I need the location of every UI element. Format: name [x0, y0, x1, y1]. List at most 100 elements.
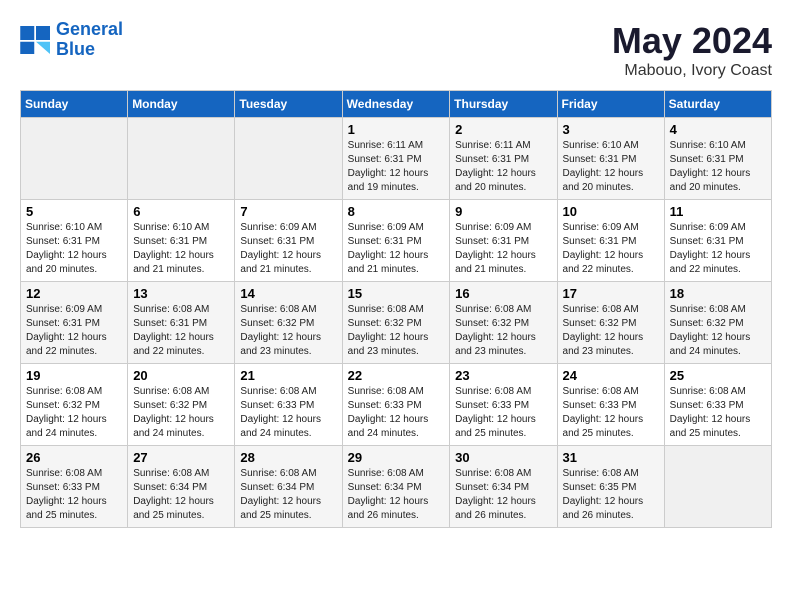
calendar-cell	[128, 118, 235, 200]
logo: General Blue	[20, 20, 123, 60]
logo-icon	[20, 26, 52, 54]
calendar-cell: 2Sunrise: 6:11 AMSunset: 6:31 PMDaylight…	[450, 118, 557, 200]
calendar-cell: 5 Sunrise: 6:10 AMSunset: 6:31 PMDaylight…	[21, 200, 128, 282]
calendar-cell: 13 Sunrise: 6:08 AMSunset: 6:31 PMDayligh…	[128, 282, 235, 364]
day-info: Sunrise: 6:08 AMSunset: 6:31 PMDaylight:…	[133, 303, 229, 359]
calendar-cell: 12Sunrise: 6:09 AMSunset: 6:31 PMDayligh…	[21, 282, 128, 364]
day-number: 20	[133, 368, 229, 383]
calendar-cell: 20 Sunrise: 6:08 AMSunset: 6:32 PMDayligh…	[128, 364, 235, 446]
calendar-cell: 27 Sunrise: 6:08 AMSunset: 6:34 PMDayligh…	[128, 446, 235, 528]
weekday-header: Saturday	[664, 91, 771, 118]
calendar-week-row: 1 Sunrise: 6:11 AMSunset: 6:31 PMDaylight…	[21, 118, 772, 200]
day-number: 13	[133, 286, 229, 301]
day-number: 28	[240, 450, 336, 465]
calendar-cell: 14 Sunrise: 6:08 AMSunset: 6:32 PMDayligh…	[235, 282, 342, 364]
day-number: 2	[455, 122, 551, 137]
calendar-week-row: 19 Sunrise: 6:08 AMSunset: 6:32 PMDayligh…	[21, 364, 772, 446]
day-number: 15	[348, 286, 445, 301]
calendar-cell: 26 Sunrise: 6:08 AMSunset: 6:33 PMDayligh…	[21, 446, 128, 528]
weekday-header: Friday	[557, 91, 664, 118]
calendar-cell: 7Sunrise: 6:09 AMSunset: 6:31 PMDaylight…	[235, 200, 342, 282]
weekday-header: Tuesday	[235, 91, 342, 118]
calendar-week-row: 5 Sunrise: 6:10 AMSunset: 6:31 PMDaylight…	[21, 200, 772, 282]
day-info: Sunrise: 6:08 AMSunset: 6:35 PMDaylight:…	[563, 467, 659, 523]
day-number: 26	[26, 450, 122, 465]
calendar-cell: 11Sunrise: 6:09 AMSunset: 6:31 PMDayligh…	[664, 200, 771, 282]
calendar-table: SundayMondayTuesdayWednesdayThursdayFrid…	[20, 90, 772, 528]
calendar-cell: 23Sunrise: 6:08 AMSunset: 6:33 PMDayligh…	[450, 364, 557, 446]
day-info: Sunrise: 6:10 AMSunset: 6:31 PMDaylight:…	[563, 139, 659, 195]
calendar-cell: 4 Sunrise: 6:10 AMSunset: 6:31 PMDaylight…	[664, 118, 771, 200]
day-number: 21	[240, 368, 336, 383]
day-info: Sunrise: 6:08 AMSunset: 6:33 PMDaylight:…	[563, 385, 659, 441]
day-number: 29	[348, 450, 445, 465]
weekday-header-row: SundayMondayTuesdayWednesdayThursdayFrid…	[21, 91, 772, 118]
day-number: 19	[26, 368, 122, 383]
calendar-cell: 8 Sunrise: 6:09 AMSunset: 6:31 PMDaylight…	[342, 200, 450, 282]
weekday-header: Sunday	[21, 91, 128, 118]
day-number: 1	[348, 122, 445, 137]
day-number: 4	[670, 122, 766, 137]
day-info: Sunrise: 6:08 AMSunset: 6:33 PMDaylight:…	[455, 385, 551, 441]
day-number: 14	[240, 286, 336, 301]
calendar-cell: 30 Sunrise: 6:08 AMSunset: 6:34 PMDayligh…	[450, 446, 557, 528]
day-info: Sunrise: 6:08 AMSunset: 6:32 PMDaylight:…	[563, 303, 659, 359]
day-info: Sunrise: 6:08 AMSunset: 6:32 PMDaylight:…	[455, 303, 551, 359]
day-number: 5	[26, 204, 122, 219]
day-info: Sunrise: 6:10 AMSunset: 6:31 PMDaylight:…	[26, 221, 122, 277]
day-info: Sunrise: 6:09 AMSunset: 6:31 PMDaylight:…	[240, 221, 336, 277]
day-number: 16	[455, 286, 551, 301]
day-info: Sunrise: 6:08 AMSunset: 6:34 PMDaylight:…	[133, 467, 229, 523]
calendar-cell: 22Sunrise: 6:08 AMSunset: 6:33 PMDayligh…	[342, 364, 450, 446]
calendar-cell: 28 Sunrise: 6:08 AMSunset: 6:34 PMDayligh…	[235, 446, 342, 528]
calendar-cell: 3 Sunrise: 6:10 AMSunset: 6:31 PMDaylight…	[557, 118, 664, 200]
day-number: 30	[455, 450, 551, 465]
day-info: Sunrise: 6:08 AMSunset: 6:32 PMDaylight:…	[133, 385, 229, 441]
logo-text: General Blue	[56, 20, 123, 60]
calendar-cell: 9Sunrise: 6:09 AMSunset: 6:31 PMDaylight…	[450, 200, 557, 282]
calendar-cell: 18 Sunrise: 6:08 AMSunset: 6:32 PMDayligh…	[664, 282, 771, 364]
day-info: Sunrise: 6:08 AMSunset: 6:34 PMDaylight:…	[240, 467, 336, 523]
day-info: Sunrise: 6:09 AMSunset: 6:31 PMDaylight:…	[348, 221, 445, 277]
calendar-week-row: 26 Sunrise: 6:08 AMSunset: 6:33 PMDayligh…	[21, 446, 772, 528]
page-header: General Blue May 2024 Mabouo, Ivory Coas…	[20, 20, 772, 80]
day-number: 12	[26, 286, 122, 301]
location-subtitle: Mabouo, Ivory Coast	[612, 62, 772, 80]
day-info: Sunrise: 6:08 AMSunset: 6:33 PMDaylight:…	[240, 385, 336, 441]
calendar-cell: 21 Sunrise: 6:08 AMSunset: 6:33 PMDayligh…	[235, 364, 342, 446]
calendar-cell: 19Sunrise: 6:08 AMSunset: 6:32 PMDayligh…	[21, 364, 128, 446]
calendar-cell: 15 Sunrise: 6:08 AMSunset: 6:32 PMDayligh…	[342, 282, 450, 364]
day-info: Sunrise: 6:09 AMSunset: 6:31 PMDaylight:…	[670, 221, 766, 277]
day-number: 17	[563, 286, 659, 301]
day-number: 27	[133, 450, 229, 465]
day-number: 10	[563, 204, 659, 219]
day-info: Sunrise: 6:08 AMSunset: 6:32 PMDaylight:…	[348, 303, 445, 359]
calendar-cell: 10Sunrise: 6:09 AMSunset: 6:31 PMDayligh…	[557, 200, 664, 282]
day-number: 22	[348, 368, 445, 383]
day-number: 8	[348, 204, 445, 219]
day-info: Sunrise: 6:10 AMSunset: 6:31 PMDaylight:…	[670, 139, 766, 195]
day-info: Sunrise: 6:11 AMSunset: 6:31 PMDaylight:…	[348, 139, 445, 195]
day-info: Sunrise: 6:08 AMSunset: 6:33 PMDaylight:…	[670, 385, 766, 441]
calendar-cell	[664, 446, 771, 528]
calendar-cell	[21, 118, 128, 200]
day-info: Sunrise: 6:08 AMSunset: 6:34 PMDaylight:…	[348, 467, 445, 523]
day-info: Sunrise: 6:08 AMSunset: 6:32 PMDaylight:…	[240, 303, 336, 359]
day-info: Sunrise: 6:08 AMSunset: 6:33 PMDaylight:…	[26, 467, 122, 523]
day-info: Sunrise: 6:10 AMSunset: 6:31 PMDaylight:…	[133, 221, 229, 277]
calendar-week-row: 12Sunrise: 6:09 AMSunset: 6:31 PMDayligh…	[21, 282, 772, 364]
weekday-header: Monday	[128, 91, 235, 118]
day-info: Sunrise: 6:08 AMSunset: 6:34 PMDaylight:…	[455, 467, 551, 523]
calendar-cell: 17 Sunrise: 6:08 AMSunset: 6:32 PMDayligh…	[557, 282, 664, 364]
day-number: 25	[670, 368, 766, 383]
day-number: 3	[563, 122, 659, 137]
calendar-cell: 6Sunrise: 6:10 AMSunset: 6:31 PMDaylight…	[128, 200, 235, 282]
day-number: 24	[563, 368, 659, 383]
calendar-cell: 25 Sunrise: 6:08 AMSunset: 6:33 PMDayligh…	[664, 364, 771, 446]
month-year-title: May 2024	[612, 20, 772, 62]
day-info: Sunrise: 6:08 AMSunset: 6:32 PMDaylight:…	[670, 303, 766, 359]
day-number: 18	[670, 286, 766, 301]
calendar-cell: 24 Sunrise: 6:08 AMSunset: 6:33 PMDayligh…	[557, 364, 664, 446]
day-number: 9	[455, 204, 551, 219]
weekday-header: Wednesday	[342, 91, 450, 118]
